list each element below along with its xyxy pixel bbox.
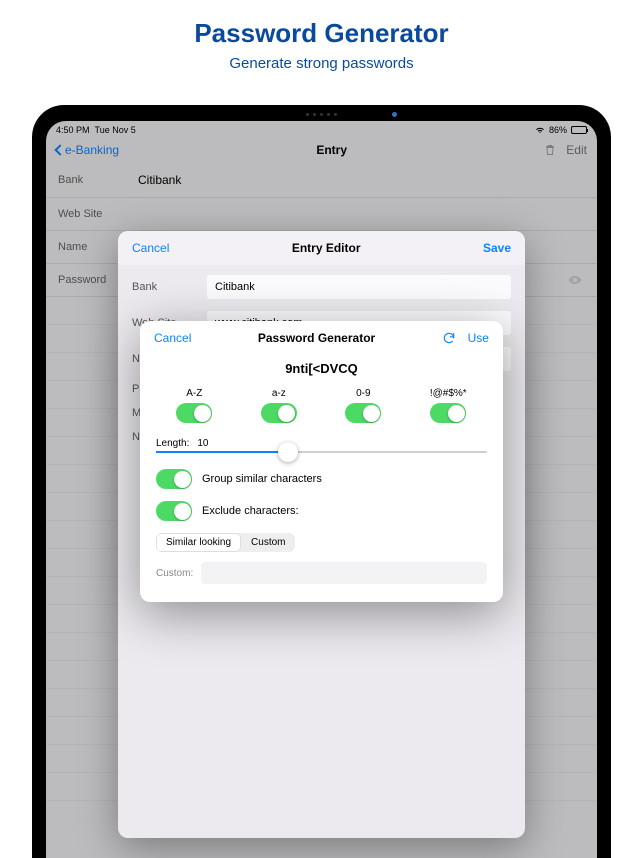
group-similar-switch[interactable]	[156, 469, 192, 489]
symbols-switch[interactable]	[430, 403, 466, 423]
length-label: Length:	[156, 438, 189, 449]
promo-title: Password Generator	[0, 18, 643, 49]
custom-exclude-input[interactable]	[201, 562, 487, 584]
generated-password: 9nti[<DVCQ	[140, 353, 503, 388]
switch-label: a-z	[261, 388, 297, 399]
bank-input[interactable]	[207, 275, 511, 299]
segment-similar[interactable]: Similar looking	[156, 533, 241, 552]
save-button[interactable]: Save	[483, 241, 511, 255]
device-frame: 4:50 PM Tue Nov 5 86% e-Banking Entry Ed…	[32, 105, 611, 858]
promo-subtitle: Generate strong passwords	[0, 55, 643, 72]
exclude-switch[interactable]	[156, 501, 192, 521]
cancel-button[interactable]: Cancel	[154, 331, 191, 345]
switch-label: 0-9	[345, 388, 381, 399]
password-generator-sheet: Cancel Password Generator Use 9nti[<DVCQ…	[140, 321, 503, 602]
use-button[interactable]: Use	[468, 331, 489, 345]
cancel-button[interactable]: Cancel	[132, 241, 169, 255]
field-label: Bank	[132, 281, 207, 293]
slider-thumb[interactable]	[278, 442, 298, 462]
custom-label: Custom:	[156, 568, 193, 579]
sheet-title: Entry Editor	[292, 241, 361, 255]
uppercase-switch[interactable]	[176, 403, 212, 423]
segment-custom[interactable]: Custom	[241, 533, 295, 552]
length-slider[interactable]	[156, 451, 487, 453]
refresh-icon[interactable]	[442, 331, 456, 345]
switch-label: !@#$%*	[430, 388, 467, 399]
digits-switch[interactable]	[345, 403, 381, 423]
length-value: 10	[197, 438, 208, 449]
exclude-segmented-control[interactable]: Similar looking Custom	[156, 533, 295, 552]
option-label: Exclude characters:	[202, 505, 299, 517]
sheet-title: Password Generator	[258, 331, 375, 345]
option-label: Group similar characters	[202, 473, 322, 485]
lowercase-switch[interactable]	[261, 403, 297, 423]
switch-label: A-Z	[176, 388, 212, 399]
